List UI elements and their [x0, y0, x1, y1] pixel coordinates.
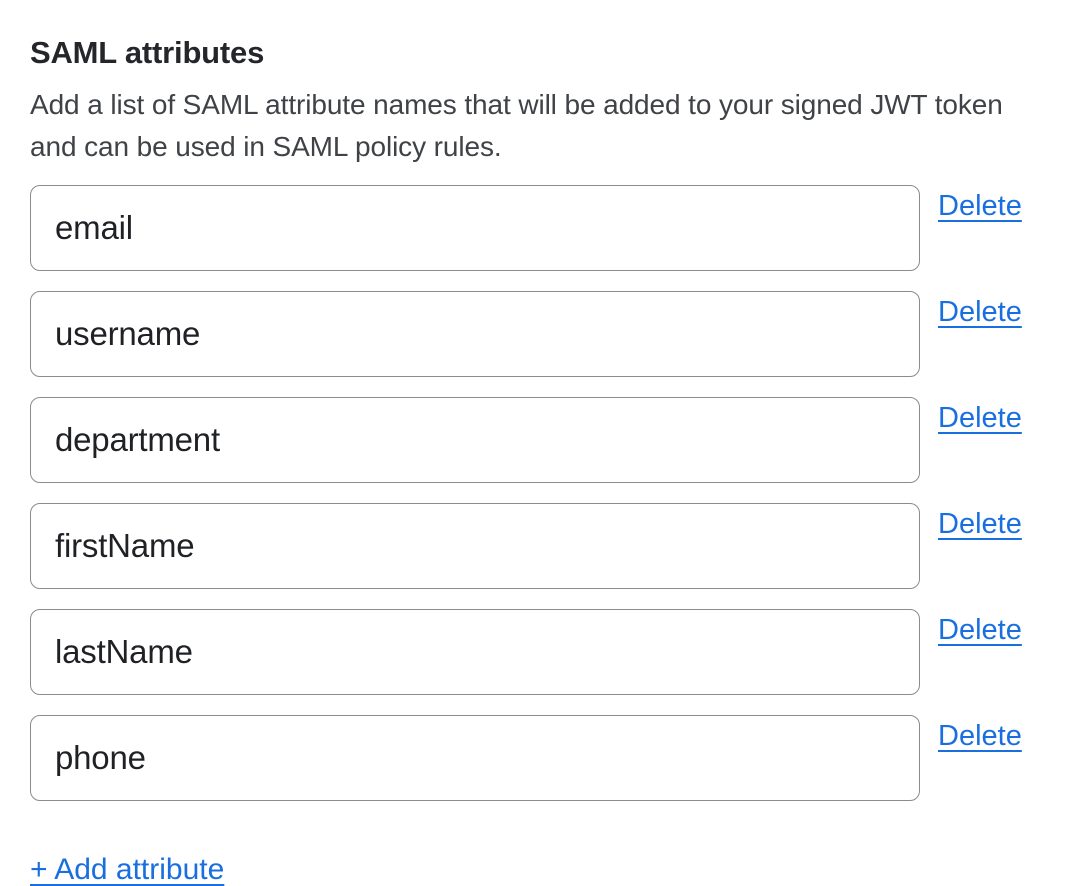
attribute-input[interactable]	[30, 715, 920, 801]
attribute-row: Delete	[30, 609, 1036, 695]
attribute-row: Delete	[30, 503, 1036, 589]
add-attribute-link[interactable]: + Add attribute	[30, 851, 224, 886]
attribute-input[interactable]	[30, 397, 920, 483]
saml-attributes-section: SAML attributes Add a list of SAML attri…	[0, 34, 1066, 886]
attribute-input[interactable]	[30, 609, 920, 695]
delete-link[interactable]: Delete	[938, 295, 1022, 329]
delete-link[interactable]: Delete	[938, 507, 1022, 541]
attribute-row: Delete	[30, 185, 1036, 271]
attribute-row: Delete	[30, 715, 1036, 801]
attribute-input[interactable]	[30, 291, 920, 377]
delete-link[interactable]: Delete	[938, 401, 1022, 435]
attribute-input[interactable]	[30, 503, 920, 589]
delete-link[interactable]: Delete	[938, 719, 1022, 753]
section-description: Add a list of SAML attribute names that …	[30, 84, 1036, 168]
attribute-row: Delete	[30, 397, 1036, 483]
attribute-list: Delete Delete Delete Delete Delete Delet…	[30, 185, 1036, 801]
delete-link[interactable]: Delete	[938, 189, 1022, 223]
attribute-input[interactable]	[30, 185, 920, 271]
delete-link[interactable]: Delete	[938, 613, 1022, 647]
section-title: SAML attributes	[30, 34, 1036, 72]
attribute-row: Delete	[30, 291, 1036, 377]
